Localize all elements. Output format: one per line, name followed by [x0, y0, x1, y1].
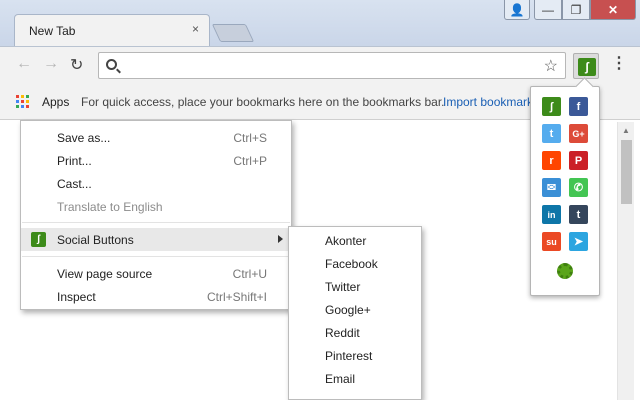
bookmarks-hint: For quick access, place your bookmarks h… [81, 95, 445, 109]
akonter-icon[interactable]: ʃ [542, 97, 561, 116]
address-bar[interactable]: ☆ [98, 52, 566, 79]
apps-grid-dot [21, 100, 24, 103]
google-plus-icon[interactable]: G+ [569, 124, 588, 143]
menu-item-label: Translate to English [57, 200, 163, 214]
tab-close-icon[interactable]: × [192, 22, 199, 36]
reddit-icon[interactable]: r [542, 151, 561, 170]
apps-grid-dot [21, 105, 24, 108]
menu-item-translate: Translate to English [21, 195, 291, 218]
context-menu: Save as... Ctrl+S Print... Ctrl+P Cast..… [20, 120, 292, 310]
apps-grid-dot [16, 105, 19, 108]
menu-item-shortcut: Ctrl+S [233, 131, 267, 145]
akonter-logo-icon: ʃ [31, 232, 46, 247]
menu-item-label: Save as... [57, 131, 110, 145]
social-buttons-submenu: Akonter Facebook Twitter Google+ Reddit Pinte… [288, 226, 422, 400]
social-buttons-extension-button[interactable]: ʃ [573, 53, 599, 79]
menu-item-label: Social Buttons [57, 233, 134, 247]
page-scrollbar[interactable]: ▲ [617, 122, 634, 400]
social-buttons-popup: ʃftG+rP✉✆intsu➤ [530, 86, 600, 296]
akonter-logo-icon: ʃ [578, 58, 596, 76]
forward-button[interactable]: → [43, 55, 59, 73]
minimize-button[interactable]: — [534, 0, 562, 20]
menu-item-cast[interactable]: Cast... [21, 172, 291, 195]
stumbleupon-icon[interactable]: su [542, 232, 561, 251]
submenu-item-google[interactable]: Google+ [325, 303, 371, 317]
submenu-item-pinterest[interactable]: Pinterest [325, 349, 372, 363]
menu-item-shortcut: Ctrl+U [233, 267, 267, 281]
apps-grid-dot [26, 100, 29, 103]
pinterest-icon[interactable]: P [569, 151, 588, 170]
apps-grid-icon[interactable] [16, 95, 29, 108]
reload-button[interactable]: ↻ [70, 55, 83, 75]
close-window-button[interactable]: ✕ [590, 0, 636, 20]
user-icon[interactable]: 👤 [504, 0, 530, 20]
menu-item-label: Print... [57, 154, 92, 168]
apps-link[interactable]: Apps [42, 95, 69, 109]
twitter-icon[interactable]: t [542, 124, 561, 143]
telegram-icon[interactable]: ➤ [569, 232, 588, 251]
submenu-item-akonter[interactable]: Akonter [325, 234, 366, 248]
tab-new-tab[interactable]: New Tab × [14, 14, 210, 46]
whatsapp-icon[interactable]: ✆ [569, 178, 588, 197]
submenu-item-email[interactable]: Email [325, 372, 355, 386]
submenu-arrow-icon [278, 235, 283, 243]
menu-item-shortcut: Ctrl+P [233, 154, 267, 168]
menu-item-shortcut: Ctrl+Shift+I [207, 290, 267, 304]
maximize-button[interactable]: ❐ [562, 0, 590, 20]
linkedin-icon[interactable]: in [542, 205, 561, 224]
bookmark-star-icon[interactable]: ☆ [544, 56, 558, 76]
scroll-thumb[interactable] [621, 140, 632, 204]
menu-item-social-buttons[interactable]: ʃ Social Buttons [21, 228, 291, 251]
search-icon [106, 59, 117, 70]
email-icon[interactable]: ✉ [542, 178, 561, 197]
apps-grid-dot [16, 100, 19, 103]
back-button[interactable]: ← [16, 55, 32, 73]
menu-item-label: Cast... [57, 177, 92, 191]
settings-gear-icon[interactable] [557, 263, 573, 279]
submenu-item-reddit[interactable]: Reddit [325, 326, 360, 340]
menu-divider [22, 256, 290, 257]
apps-grid-dot [26, 95, 29, 98]
menu-item-view-source[interactable]: View page source Ctrl+U [21, 262, 291, 285]
submenu-item-twitter[interactable]: Twitter [325, 280, 360, 294]
apps-grid-dot [16, 95, 19, 98]
menu-item-print[interactable]: Print... Ctrl+P [21, 149, 291, 172]
toolbar: ← → ↻ ☆ ʃ ⋮ [0, 46, 640, 84]
tumblr-icon[interactable]: t [569, 205, 588, 224]
tab-title: New Tab [29, 24, 75, 38]
menu-item-label: Inspect [57, 290, 96, 304]
chrome-menu-button[interactable]: ⋮ [611, 53, 627, 73]
scroll-up-icon[interactable]: ▲ [622, 126, 630, 135]
submenu-item-facebook[interactable]: Facebook [325, 257, 378, 271]
menu-item-label: View page source [57, 267, 152, 281]
apps-grid-dot [26, 105, 29, 108]
menu-divider [22, 222, 290, 223]
apps-grid-dot [21, 95, 24, 98]
facebook-icon[interactable]: f [569, 97, 588, 116]
menu-item-save-as[interactable]: Save as... Ctrl+S [21, 126, 291, 149]
menu-item-inspect[interactable]: Inspect Ctrl+Shift+I [21, 285, 291, 308]
